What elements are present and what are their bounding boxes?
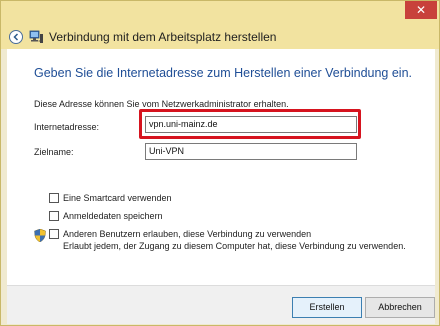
allow-others-checkbox[interactable] xyxy=(49,229,59,239)
remember-credentials-label: Anmeldedaten speichern xyxy=(63,211,163,221)
back-button[interactable] xyxy=(9,30,23,44)
highlight-frame xyxy=(139,109,361,139)
smartcard-label: Eine Smartcard verwenden xyxy=(63,193,172,203)
remember-credentials-checkbox[interactable] xyxy=(49,211,59,221)
wizard-title: Verbindung mit dem Arbeitsplatz herstell… xyxy=(49,30,277,44)
uac-shield-icon xyxy=(34,229,46,242)
smartcard-checkbox[interactable] xyxy=(49,193,59,203)
button-bar: Erstellen Abbrechen xyxy=(7,285,435,324)
title-bar: ✕ xyxy=(1,1,439,25)
dialog-window: ✕ Verbindung mit dem Arbeitsplatz herste… xyxy=(0,0,440,326)
page-heading: Geben Sie die Internetadresse zum Herste… xyxy=(34,66,413,80)
allow-others-label: Anderen Benutzern erlauben, diese Verbin… xyxy=(63,229,312,239)
main-content: Geben Sie die Internetadresse zum Herste… xyxy=(7,49,435,285)
address-label: Internetadresse: xyxy=(34,122,100,132)
network-computer-icon xyxy=(29,30,43,43)
create-button[interactable]: Erstellen xyxy=(292,297,362,318)
back-arrow-icon xyxy=(13,33,19,41)
destination-input[interactable]: Uni-VPN xyxy=(145,143,357,160)
cancel-button[interactable]: Abbrechen xyxy=(365,297,435,318)
wizard-header: Verbindung mit dem Arbeitsplatz herstell… xyxy=(1,25,439,49)
destination-label: Zielname: xyxy=(34,147,74,157)
info-text: Diese Adresse können Sie vom Netzwerkadm… xyxy=(34,99,289,109)
allow-others-description: Erlaubt jedem, der Zugang zu diesem Comp… xyxy=(63,241,406,251)
close-button[interactable]: ✕ xyxy=(405,1,437,19)
